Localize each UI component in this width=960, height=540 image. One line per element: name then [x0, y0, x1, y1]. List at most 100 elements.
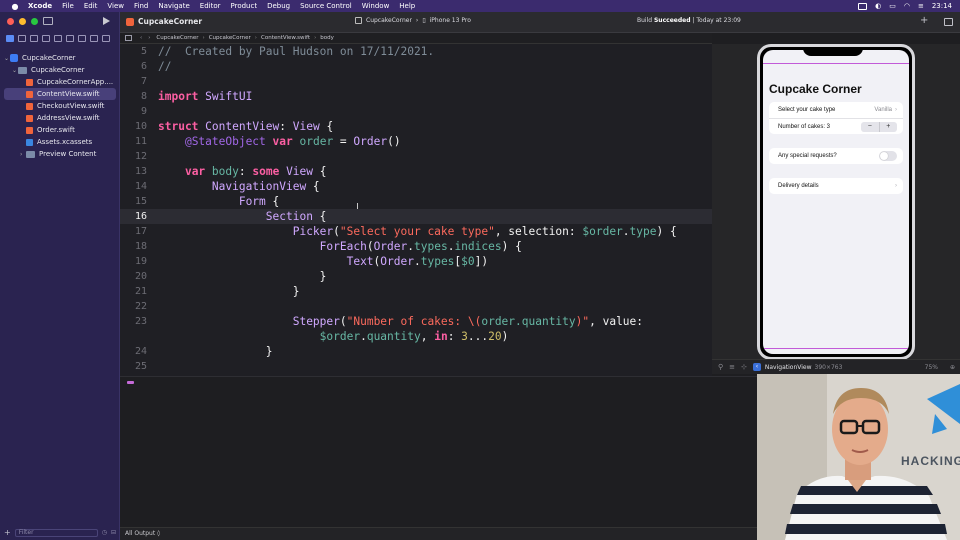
- menu-view[interactable]: View: [107, 2, 124, 10]
- list-icon[interactable]: ≡: [729, 363, 735, 371]
- wifi-icon[interactable]: ◠: [904, 2, 910, 10]
- debug-navigator-icon[interactable]: [78, 35, 86, 42]
- clock[interactable]: 23:14: [932, 2, 952, 10]
- related-items-icon[interactable]: [125, 35, 132, 41]
- code-line[interactable]: 10 struct ContentView: View {: [120, 119, 712, 134]
- source-control-filter-icon[interactable]: ⊟: [111, 529, 116, 536]
- code-line[interactable]: 16 Section {: [120, 209, 712, 224]
- build-prefix: Build: [637, 17, 653, 24]
- code-text: Form {: [238, 195, 280, 208]
- breadcrumb-project[interactable]: CupcakeCorner: [156, 35, 198, 41]
- find-navigator-icon[interactable]: [42, 35, 50, 42]
- breadcrumb-symbol[interactable]: body: [320, 35, 334, 41]
- code-line[interactable]: 18 ForEach(Order.types.indices) {: [120, 239, 712, 254]
- navigator-item[interactable]: ⌄ CupcakeCorner: [0, 52, 120, 64]
- navigator-item[interactable]: AddressView.swift: [0, 112, 120, 124]
- code-editor[interactable]: 5 // Created by Paul Hudson on 17/11/2021…: [120, 44, 712, 376]
- selected-view-name: NavigationView: [764, 363, 812, 371]
- code-line[interactable]: 25: [120, 359, 712, 374]
- forward-arrow-icon[interactable]: ›: [148, 35, 150, 41]
- sidebar-toggle-icon[interactable]: [43, 17, 53, 25]
- cake-type-picker[interactable]: Select your cake type Vanilla ›: [769, 102, 903, 118]
- test-navigator-icon[interactable]: [66, 35, 74, 42]
- code-line[interactable]: 19 Text(Order.types[$0]): [120, 254, 712, 269]
- apple-icon[interactable]: ●: [8, 2, 22, 11]
- menu-source-control[interactable]: Source Control: [300, 2, 352, 10]
- stepper-minus-button[interactable]: −: [861, 122, 879, 132]
- code-line[interactable]: 14 NavigationView {: [120, 179, 712, 194]
- close-window-button[interactable]: [7, 18, 14, 25]
- menu-product[interactable]: Product: [231, 2, 258, 10]
- editor-tab[interactable]: CupcakeCorner: [126, 17, 202, 26]
- menu-app[interactable]: Xcode: [28, 2, 52, 10]
- source-control-navigator-icon[interactable]: [18, 35, 26, 42]
- code-line[interactable]: 6 //: [120, 59, 712, 74]
- issue-navigator-icon[interactable]: [54, 35, 62, 42]
- code-line[interactable]: 13 var body: some View {: [120, 164, 712, 179]
- navigator-item[interactable]: Order.swift: [0, 124, 120, 136]
- navigator-item[interactable]: › Preview Content: [0, 148, 120, 160]
- symbol-navigator-icon[interactable]: [30, 35, 38, 42]
- scheme-selector[interactable]: CupcakeCorner › ▯ iPhone 13 Pro: [355, 17, 471, 24]
- code-text: $order.quantity, in: 3...20): [319, 330, 509, 343]
- breadcrumb-folder[interactable]: CupcakeCorner: [209, 35, 251, 41]
- minimize-window-button[interactable]: [19, 18, 26, 25]
- navigator-item[interactable]: ContentView.swift: [4, 88, 116, 100]
- menu-find[interactable]: Find: [134, 2, 148, 10]
- code-line[interactable]: 5 // Created by Paul Hudson on 17/11/2021…: [120, 44, 712, 59]
- navigator-item[interactable]: ⌄ CupcakeCorner: [0, 64, 120, 76]
- project-navigator-icon[interactable]: [6, 35, 14, 42]
- menu-help[interactable]: Help: [399, 2, 415, 10]
- menu-navigate[interactable]: Navigate: [158, 2, 189, 10]
- back-chevron-icon[interactable]: ‹: [752, 363, 761, 371]
- code-line[interactable]: $order.quantity, in: 3...20): [120, 329, 712, 344]
- special-requests-toggle[interactable]: [879, 151, 897, 161]
- menu-window[interactable]: Window: [362, 2, 390, 10]
- back-arrow-icon[interactable]: ‹: [140, 35, 142, 41]
- code-line[interactable]: 22: [120, 299, 712, 314]
- code-line[interactable]: 15 Form {: [120, 194, 712, 209]
- menu-file[interactable]: File: [62, 2, 74, 10]
- control-center-icon[interactable]: ≡: [918, 2, 924, 10]
- code-line[interactable]: 23 Stepper("Number of cakes: \(order.qua…: [120, 314, 712, 329]
- code-line[interactable]: 24 }: [120, 344, 712, 359]
- cursor-icon[interactable]: ⊹: [741, 363, 747, 371]
- form-section-special: Any special requests?: [769, 148, 903, 164]
- inspector-toggle-icon[interactable]: [944, 18, 953, 26]
- delivery-details-link[interactable]: Delivery details ›: [769, 178, 903, 194]
- pin-icon[interactable]: ⚲: [718, 363, 723, 371]
- code-line[interactable]: 20 }: [120, 269, 712, 284]
- run-icon[interactable]: [103, 17, 110, 25]
- zoom-window-button[interactable]: [31, 18, 38, 25]
- code-line[interactable]: 17 Picker("Select your cake type", selec…: [120, 224, 712, 239]
- code-line[interactable]: 21 }: [120, 284, 712, 299]
- navigator-item[interactable]: Assets.xcassets: [0, 136, 120, 148]
- zoom-in-icon[interactable]: ⊕: [950, 364, 955, 371]
- library-plus-icon[interactable]: +: [920, 15, 928, 26]
- stepper-plus-button[interactable]: +: [878, 121, 898, 132]
- quantity-stepper[interactable]: − +: [861, 121, 898, 132]
- menu-editor[interactable]: Editor: [200, 2, 221, 10]
- menu-debug[interactable]: Debug: [267, 2, 290, 10]
- code-line[interactable]: 8 import SwiftUI: [120, 89, 712, 104]
- screen-record-icon[interactable]: [858, 2, 868, 10]
- recent-files-icon[interactable]: ◷: [102, 529, 107, 536]
- device-preview[interactable]: Cupcake Corner Select your cake type Van…: [757, 44, 915, 360]
- breadcrumb-file[interactable]: ContentView.swift: [261, 35, 310, 41]
- code-line[interactable]: 9: [120, 104, 712, 119]
- code-line[interactable]: 7: [120, 74, 712, 89]
- navigator-item[interactable]: CupcakeCornerApp....: [0, 76, 120, 88]
- breakpoint-navigator-icon[interactable]: [90, 35, 98, 42]
- form-section-delivery: Delivery details ›: [769, 178, 903, 194]
- battery-icon[interactable]: ▭: [889, 2, 896, 10]
- dark-mode-icon[interactable]: ◐: [875, 2, 881, 10]
- output-selector[interactable]: All Output ◊: [125, 530, 160, 537]
- filter-input[interactable]: Filter: [14, 528, 98, 537]
- navigator-item[interactable]: CheckoutView.swift: [0, 100, 120, 112]
- report-navigator-icon[interactable]: [102, 35, 110, 42]
- menu-edit[interactable]: Edit: [84, 2, 98, 10]
- add-file-icon[interactable]: +: [4, 528, 11, 537]
- code-line[interactable]: 12: [120, 149, 712, 164]
- zoom-level[interactable]: 75%: [925, 364, 938, 371]
- code-line[interactable]: 11 @StateObject var order = Order(): [120, 134, 712, 149]
